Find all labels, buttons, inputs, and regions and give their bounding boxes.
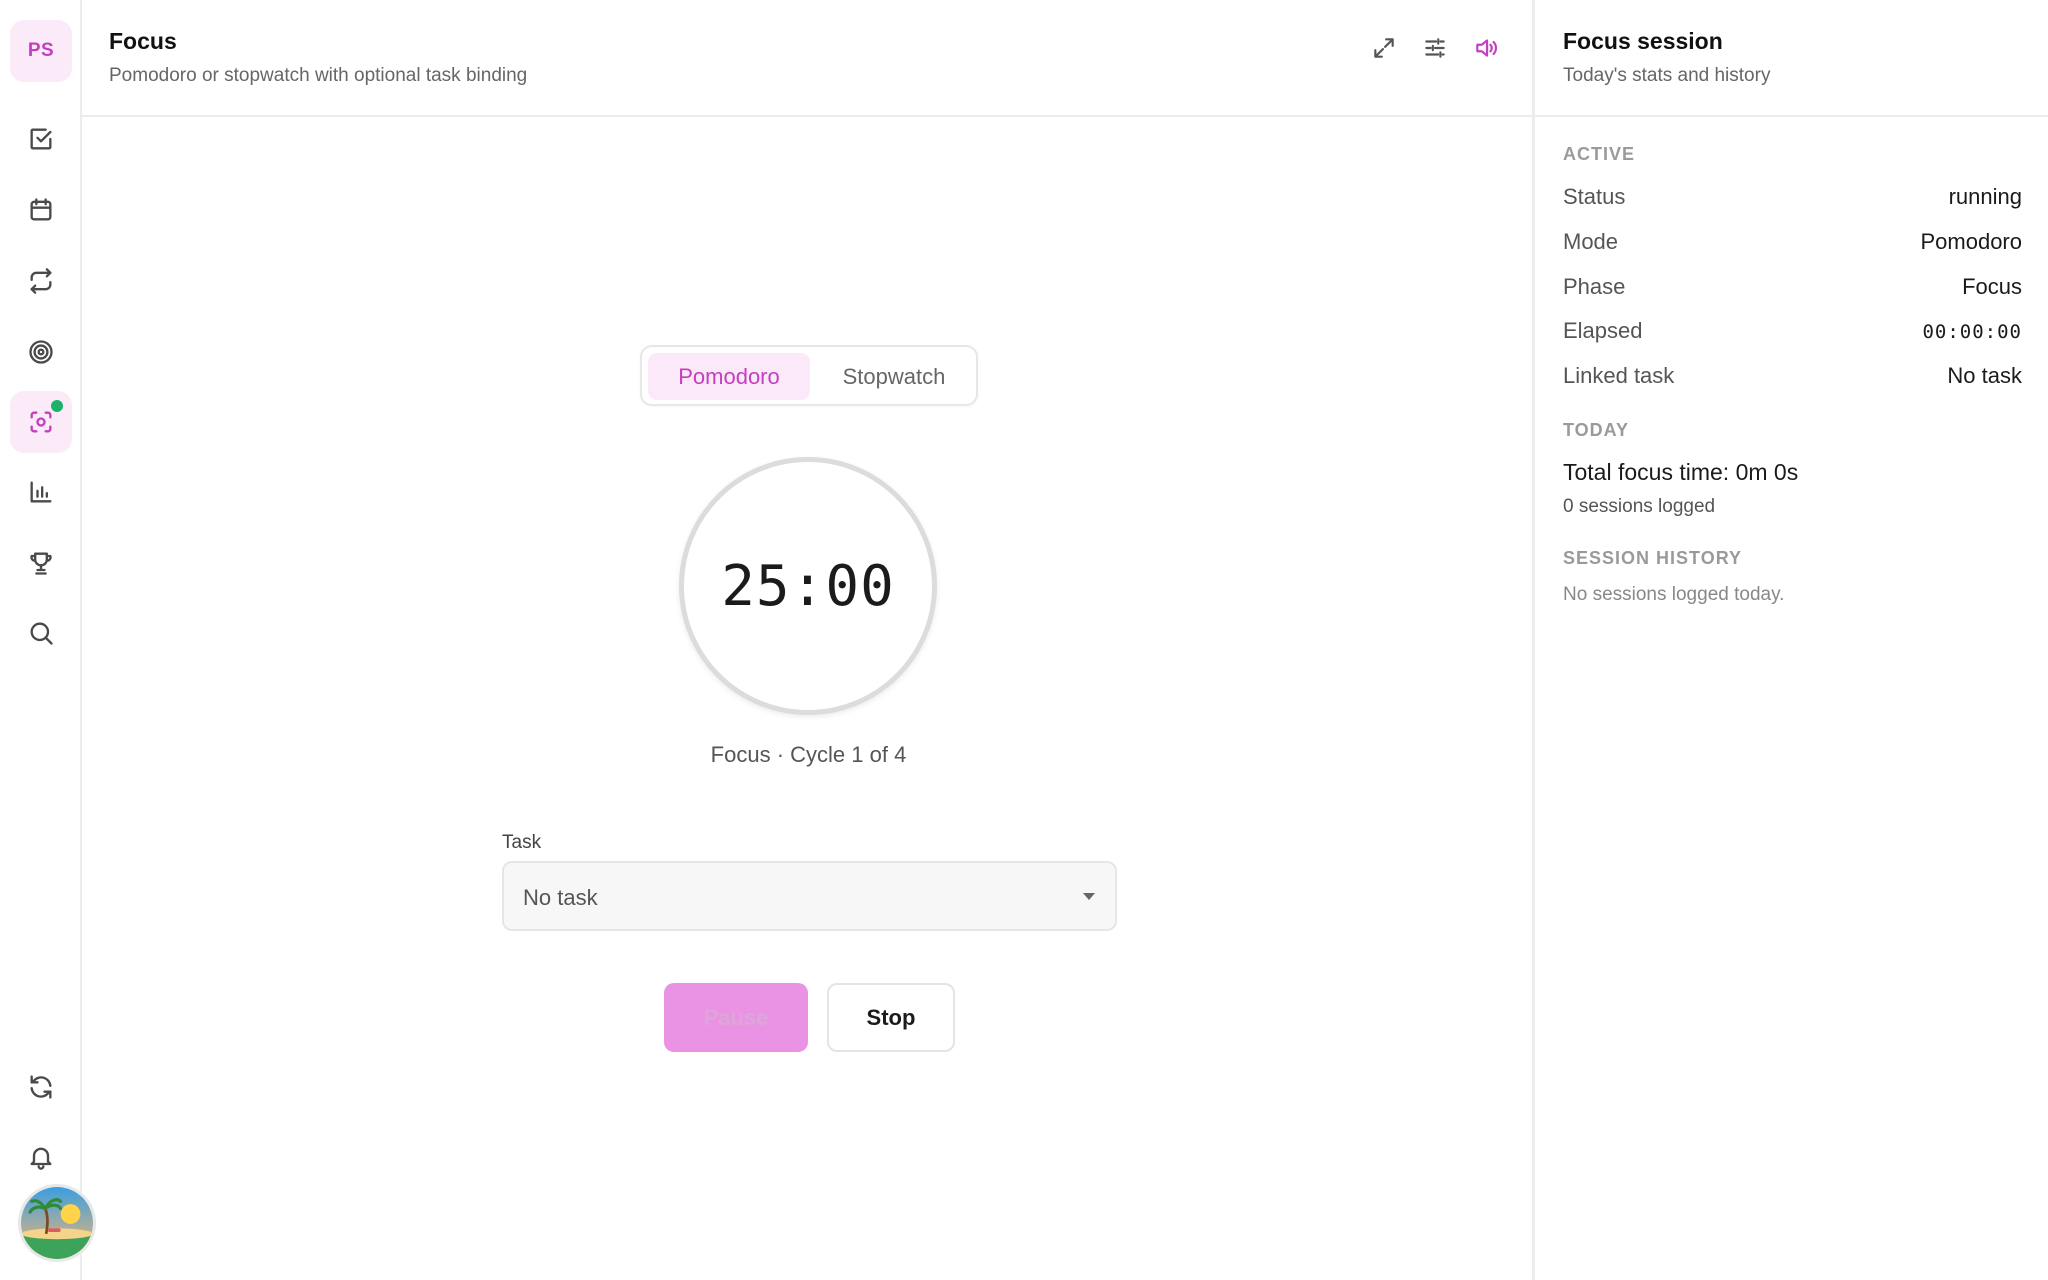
profile-initials: PS — [27, 40, 55, 61]
focus-active-dot — [51, 400, 63, 412]
main-panel: Focus Pomodoro or stopwatch with optiona… — [82, 0, 1535, 1280]
task-label: Task — [502, 832, 542, 853]
focus-icon — [30, 411, 52, 433]
search-icon — [30, 622, 53, 645]
main-header: Focus Pomodoro or stopwatch with optiona… — [82, 0, 1532, 117]
target-icon — [29, 340, 53, 364]
side-title: Focus session — [1563, 28, 1723, 54]
status-value: running — [1948, 184, 2022, 209]
calendar-icon — [30, 198, 52, 221]
settings-button[interactable] — [1417, 30, 1453, 66]
sliders-icon — [1425, 38, 1445, 58]
cycle-label: Focus · Cycle 1 of 4 — [710, 742, 907, 767]
fullscreen-button[interactable] — [1366, 30, 1402, 66]
linked-task-key: Linked task — [1563, 363, 1675, 388]
elapsed-key: Elapsed — [1563, 318, 1643, 343]
rail-item-tasks[interactable] — [10, 108, 72, 170]
left-rail: PS — [0, 0, 96, 1280]
bell-icon — [30, 1147, 52, 1170]
page-title: Focus — [109, 28, 177, 54]
linked-task-value: No task — [1947, 363, 2022, 388]
speaker-icon — [1476, 39, 1498, 57]
mode-pomodoro-tab[interactable]: Pomodoro — [648, 353, 810, 400]
mode-stopwatch-tab[interactable]: Stopwatch — [814, 353, 974, 400]
mode-key: Mode — [1563, 229, 1619, 254]
rail-item-notifications[interactable] — [10, 1126, 72, 1188]
phase-key: Phase — [1563, 274, 1626, 299]
bar-chart-icon — [30, 481, 52, 503]
today-heading: TODAY — [1563, 420, 1630, 440]
chevron-down-icon — [1083, 893, 1095, 900]
app-root: PS Focus Pomodoro or stopwatch with opti… — [0, 0, 2048, 1280]
rail-item-calendar[interactable] — [10, 179, 72, 241]
session-history-empty: No sessions logged today. — [1563, 584, 1785, 605]
sessions-logged: 0 sessions logged — [1563, 496, 1716, 517]
rail-item-goals[interactable] — [10, 321, 72, 383]
side-header: Focus session Today's stats and history — [1535, 0, 2048, 117]
session-history-heading: SESSION HISTORY — [1563, 548, 1743, 568]
side-subtitle: Today's stats and history — [1563, 65, 1771, 86]
total-focus-time: Total focus time: 0m 0s — [1563, 459, 1799, 485]
pause-button[interactable]: Pause — [664, 983, 808, 1052]
task-select-value: No task — [523, 885, 598, 910]
rail-item-achievements[interactable] — [10, 532, 72, 594]
page-subtitle: Pomodoro or stopwatch with optional task… — [109, 65, 528, 86]
sound-button[interactable] — [1468, 30, 1504, 66]
trophy-icon — [30, 552, 52, 575]
stop-button[interactable]: Stop — [827, 983, 955, 1052]
rail-item-stats[interactable] — [10, 461, 72, 523]
expand-icon — [1374, 38, 1394, 58]
rail-item-sync[interactable] — [10, 1056, 72, 1118]
repeat-icon — [30, 268, 52, 294]
phase-value: Focus — [1962, 274, 2022, 299]
rail-item-search[interactable] — [10, 602, 72, 664]
elapsed-value: 00:00:00 — [1922, 321, 2022, 343]
rail-item-habits[interactable] — [10, 250, 72, 312]
active-heading: ACTIVE — [1563, 144, 1636, 164]
timer-ring: 25:00 — [679, 457, 937, 715]
mode-toggle: Pomodoro Stopwatch — [640, 345, 978, 406]
mode-value: Pomodoro — [1920, 229, 2022, 254]
focus-session-panel: Focus session Today's stats and history … — [1535, 0, 2048, 1280]
task-select[interactable]: No task — [502, 861, 1117, 931]
rail-item-focus[interactable] — [10, 391, 72, 453]
status-key: Status — [1563, 184, 1626, 209]
checkbox-icon — [30, 128, 52, 150]
profile-badge[interactable]: PS — [10, 20, 72, 82]
timer-display: 25:00 — [721, 553, 895, 619]
sync-icon — [30, 1075, 52, 1099]
